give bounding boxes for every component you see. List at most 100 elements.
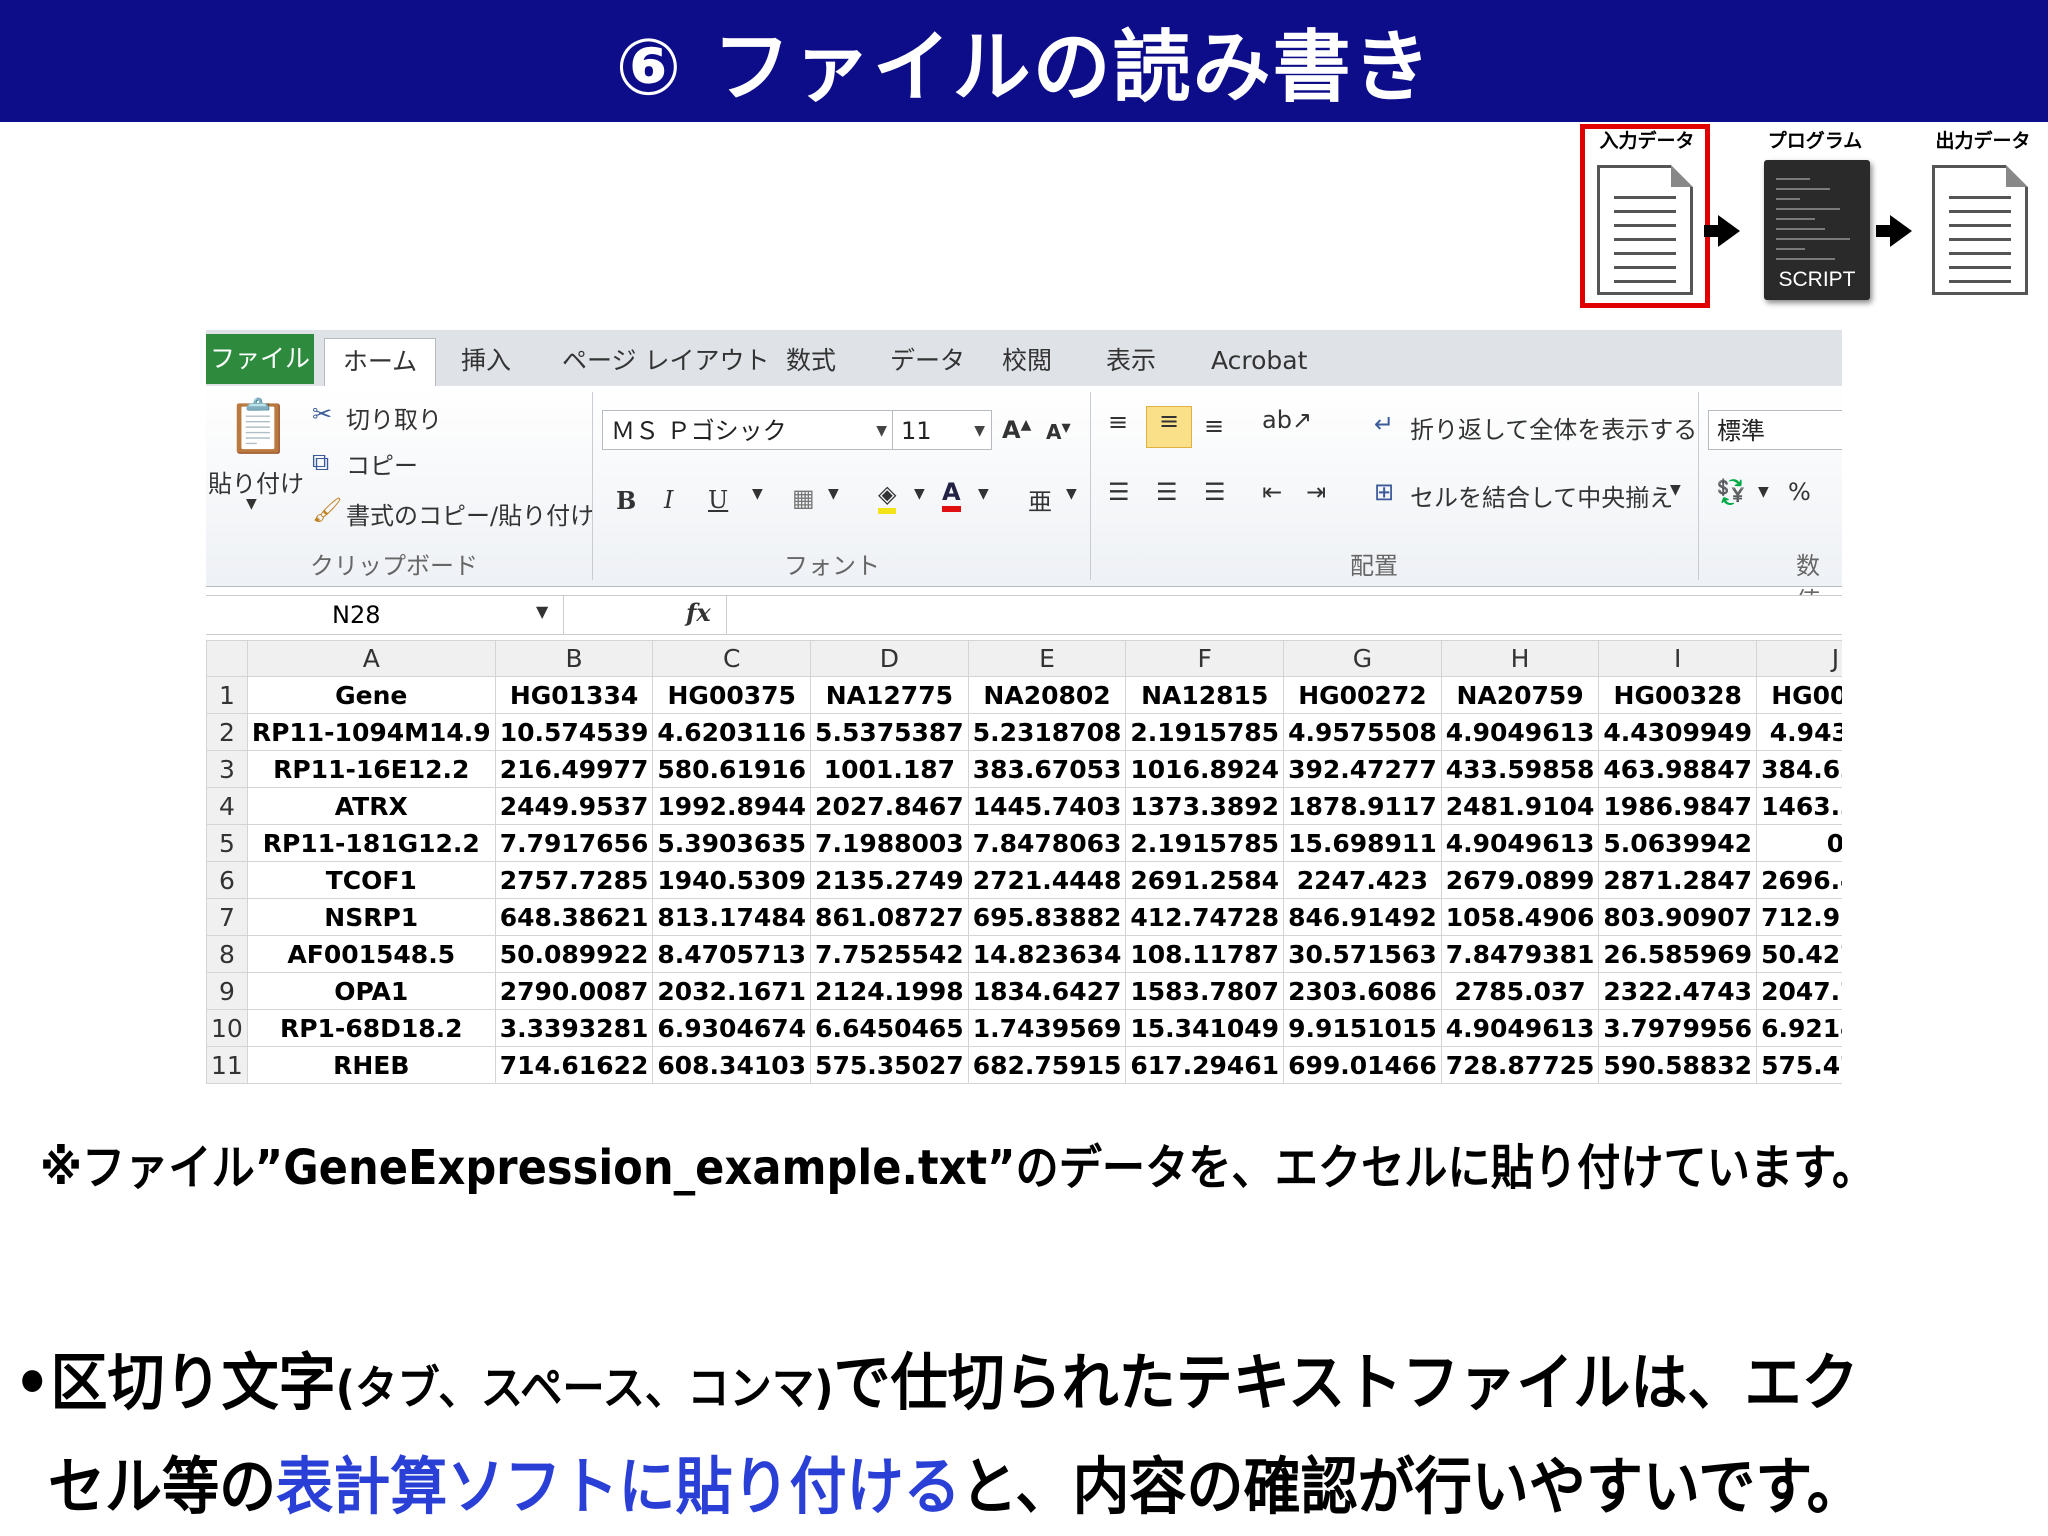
table-cell[interactable]: TCOF1 [246,861,496,899]
table-cell[interactable]: ATRX [246,787,496,825]
table-cell[interactable]: HG00328 [1598,676,1758,714]
table-cell[interactable]: 5.0639942 [1598,824,1758,862]
table-cell[interactable]: 699.01466 [1283,1046,1442,1084]
table-cell[interactable]: 0 [1756,824,1842,862]
chevron-down-icon[interactable]: ▼ [752,486,763,502]
tab-formulas[interactable]: 数式 [786,338,836,386]
column-header[interactable]: I [1598,640,1758,677]
tab-review[interactable]: 校閲 [1002,338,1052,386]
border-icon[interactable]: ▦ [792,484,815,512]
table-cell[interactable]: 6.9304674 [652,1009,812,1047]
table-cell[interactable]: 463.98847 [1598,750,1758,788]
table-cell[interactable]: 2322.4743 [1598,972,1758,1010]
table-cell[interactable]: 412.74728 [1125,898,1285,936]
table-cell[interactable]: 2691.2584 [1125,861,1285,899]
row-header[interactable]: 3 [206,750,248,788]
table-cell[interactable]: 433.59858 [1440,750,1600,788]
chevron-down-icon[interactable]: ▼ [1066,486,1077,502]
table-cell[interactable]: 7.8478063 [967,824,1127,862]
currency-icon[interactable]: 💱 [1716,478,1746,506]
table-cell[interactable]: RP1-68D18.2 [246,1009,496,1047]
chevron-down-icon[interactable]: ▼ [1758,484,1769,500]
name-box[interactable]: N28 [206,596,564,634]
table-cell[interactable]: 575.47078 [1756,1046,1842,1084]
column-header[interactable]: A [246,640,496,677]
table-cell[interactable]: 7.8479381 [1440,935,1600,973]
table-cell[interactable]: 2135.2749 [810,861,969,899]
table-cell[interactable]: HG00272 [1283,676,1442,714]
row-header[interactable]: 4 [206,787,248,825]
row-header[interactable]: 9 [206,972,248,1010]
table-cell[interactable]: 861.08727 [810,898,969,936]
table-cell[interactable]: 383.67053 [967,750,1127,788]
table-cell[interactable]: 5.5375387 [810,713,969,751]
row-header[interactable]: 8 [206,935,248,973]
table-cell[interactable]: 580.61916 [652,750,812,788]
table-cell[interactable]: 2303.6086 [1283,972,1442,1010]
table-cell[interactable]: 1445.7403 [967,787,1127,825]
table-cell[interactable]: 216.49977 [494,750,654,788]
table-cell[interactable]: 15.698911 [1283,824,1442,862]
table-cell[interactable]: 712.91139 [1756,898,1842,936]
table-cell[interactable]: 1940.5309 [652,861,812,899]
italic-icon[interactable]: I [664,486,673,514]
tab-acrobat[interactable]: Acrobat [1211,338,1307,386]
fill-color-icon[interactable]: ◈ [878,480,897,514]
table-cell[interactable]: 803.90907 [1598,898,1758,936]
table-cell[interactable]: 1001.187 [810,750,969,788]
table-cell[interactable]: 1.7439569 [967,1009,1127,1047]
table-cell[interactable]: 2124.1998 [810,972,969,1010]
tab-insert[interactable]: 挿入 [461,338,511,386]
bold-icon[interactable]: B [616,486,636,515]
align-left-icon[interactable]: ☰ [1108,478,1130,506]
table-cell[interactable]: 26.585969 [1598,935,1758,973]
table-cell[interactable]: OPA1 [246,972,496,1010]
table-cell[interactable]: 1878.9117 [1283,787,1442,825]
align-middle-icon[interactable]: ≡ [1146,406,1192,448]
tab-home[interactable]: ホーム [324,338,436,388]
table-cell[interactable]: 2.1915785 [1125,824,1285,862]
table-cell[interactable]: 2871.2847 [1598,861,1758,899]
table-cell[interactable]: 2047.7663 [1756,972,1842,1010]
format-painter-button[interactable]: 書式のコピー/貼り付け [346,496,594,531]
table-cell[interactable]: 2481.9104 [1440,787,1600,825]
column-header[interactable]: G [1283,640,1442,677]
table-cell[interactable]: 14.823634 [967,935,1127,973]
table-cell[interactable]: HG01334 [494,676,654,714]
table-cell[interactable]: 1834.6427 [967,972,1127,1010]
shrink-font-icon[interactable]: A▼ [1046,420,1071,444]
table-cell[interactable]: RP11-16E12.2 [246,750,496,788]
column-header[interactable]: D [810,640,969,677]
row-header[interactable]: 11 [206,1046,248,1084]
decrease-indent-icon[interactable]: ⇤ [1262,478,1282,506]
font-size-select[interactable]: 11 ▼ [892,410,992,450]
table-cell[interactable]: 2696.4069 [1756,861,1842,899]
table-cell[interactable]: 4.9049613 [1440,713,1600,751]
orientation-icon[interactable]: ab↗ [1262,406,1312,434]
table-cell[interactable]: 4.4309949 [1598,713,1758,751]
table-cell[interactable]: 682.75915 [967,1046,1127,1084]
chevron-down-icon[interactable]: ▼ [828,486,839,502]
chevron-down-icon[interactable]: ▼ [1670,482,1681,498]
table-cell[interactable]: 813.17484 [652,898,812,936]
table-cell[interactable]: 590.58832 [1598,1046,1758,1084]
table-cell[interactable]: 3.3393281 [494,1009,654,1047]
table-cell[interactable]: 1986.9847 [1598,787,1758,825]
table-cell[interactable]: 648.38621 [494,898,654,936]
align-center-icon[interactable]: ☰ [1156,478,1178,506]
table-cell[interactable]: 6.9214698 [1756,1009,1842,1047]
table-cell[interactable]: 50.089922 [494,935,654,973]
row-header[interactable]: 6 [206,861,248,899]
row-header[interactable]: 10 [206,1009,248,1047]
table-cell[interactable]: 2.1915785 [1125,713,1285,751]
chevron-down-icon[interactable]: ▼ [978,486,989,502]
table-cell[interactable]: 617.29461 [1125,1046,1285,1084]
paste-button[interactable]: 貼り付け [208,464,304,499]
table-cell[interactable]: HG00375 [652,676,812,714]
table-cell[interactable]: 1463.3965 [1756,787,1842,825]
table-cell[interactable]: 1058.4906 [1440,898,1600,936]
table-cell[interactable]: RP11-181G12.2 [246,824,496,862]
row-header[interactable]: 2 [206,713,248,751]
column-header[interactable]: B [494,640,654,677]
table-cell[interactable]: 575.35027 [810,1046,969,1084]
